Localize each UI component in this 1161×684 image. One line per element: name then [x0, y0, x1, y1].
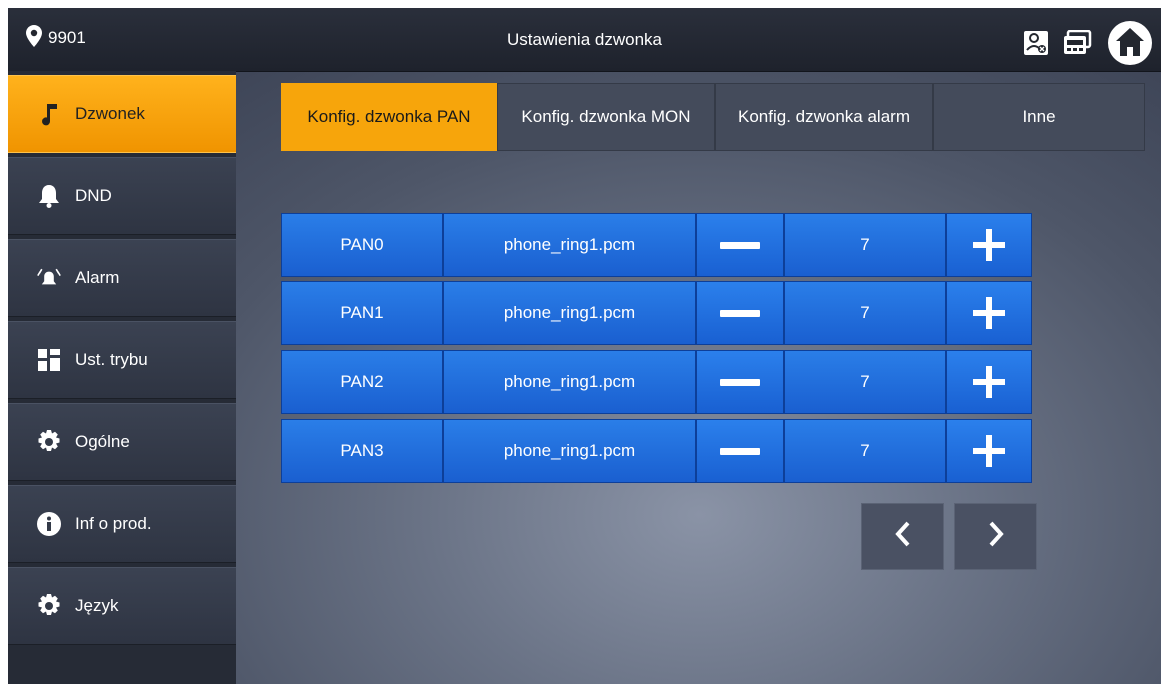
monitor-call-icon[interactable] [1023, 30, 1049, 56]
volume-value: 7 [784, 281, 946, 345]
sidebar-item-label: Język [75, 596, 119, 615]
sidebar-item-label: Ogólne [75, 432, 130, 451]
sidebar-item-label: Ust. trybu [75, 350, 148, 369]
ringtone-selector[interactable]: phone_ring1.pcm [443, 419, 696, 483]
volume-decrease-button[interactable] [696, 213, 784, 277]
sidebar: Dzwonek DND Alarm Ust. trybu Ogólne Inf … [8, 71, 236, 684]
chevron-left-icon [894, 520, 912, 553]
sidebar-item-alarm[interactable]: Alarm [8, 239, 236, 317]
minus-icon [720, 447, 760, 455]
home-icon[interactable] [1107, 20, 1153, 66]
tab-alarm-ringtone[interactable]: Konfig. dzwonka alarm [715, 83, 933, 151]
plus-icon [973, 297, 1005, 329]
volume-decrease-button[interactable] [696, 281, 784, 345]
tab-mon-ringtone[interactable]: Konfig. dzwonka MON [497, 83, 715, 151]
volume-increase-button[interactable] [946, 213, 1032, 277]
ringtone-selector[interactable]: phone_ring1.pcm [443, 281, 696, 345]
volume-value: 7 [784, 419, 946, 483]
volume-value: 7 [784, 350, 946, 414]
device-name: PAN3 [281, 419, 443, 483]
sidebar-item-label: Alarm [75, 268, 120, 287]
minus-icon [720, 309, 760, 317]
sidebar-item-product-info[interactable]: Inf o prod. [8, 485, 236, 563]
plus-icon [973, 229, 1005, 261]
mode-grid-icon [37, 348, 61, 372]
tab-pan-ringtone[interactable]: Konfig. dzwonka PAN [281, 83, 497, 151]
previous-page-button[interactable] [861, 503, 944, 570]
ringtone-selector[interactable]: phone_ring1.pcm [443, 213, 696, 277]
volume-decrease-button[interactable] [696, 350, 784, 414]
device-name: PAN2 [281, 350, 443, 414]
sidebar-item-dnd[interactable]: DND [8, 157, 236, 235]
ringtone-tabs: Konfig. dzwonka PAN Konfig. dzwonka MON … [281, 83, 1145, 151]
plus-icon [973, 366, 1005, 398]
volume-decrease-button[interactable] [696, 419, 784, 483]
sidebar-item-label: Inf o prod. [75, 514, 152, 533]
sidebar-item-general[interactable]: Ogólne [8, 403, 236, 481]
chevron-right-icon [987, 520, 1005, 553]
top-bar: 9901 Ustawienia dzwonka [8, 8, 1161, 72]
volume-increase-button[interactable] [946, 350, 1032, 414]
ringtone-selector[interactable]: phone_ring1.pcm [443, 350, 696, 414]
page-title: Ustawienia dzwonka [507, 30, 662, 49]
device-name: PAN0 [281, 213, 443, 277]
minus-icon [720, 241, 760, 249]
plus-icon [973, 435, 1005, 467]
device-name: PAN1 [281, 281, 443, 345]
sidebar-item-dzwonek[interactable]: Dzwonek [8, 75, 236, 153]
volume-value: 7 [784, 213, 946, 277]
music-note-icon [37, 102, 61, 126]
minus-icon [720, 378, 760, 386]
ringtone-settings-screen: 9901 Ustawienia dzwonka Dzwonek DND Alar… [8, 8, 1161, 684]
message-icon[interactable] [1063, 30, 1093, 56]
gear-icon [37, 430, 61, 454]
info-icon [37, 512, 61, 536]
gear-icon [37, 594, 61, 618]
sidebar-item-label: Dzwonek [75, 104, 145, 123]
sidebar-item-language[interactable]: Język [8, 567, 236, 645]
volume-increase-button[interactable] [946, 419, 1032, 483]
next-page-button[interactable] [954, 503, 1037, 570]
tab-other[interactable]: Inne [933, 83, 1145, 151]
alarm-icon [37, 266, 61, 290]
sidebar-item-label: DND [75, 186, 112, 205]
sidebar-item-mode[interactable]: Ust. trybu [8, 321, 236, 399]
bell-icon [37, 184, 61, 208]
volume-increase-button[interactable] [946, 281, 1032, 345]
